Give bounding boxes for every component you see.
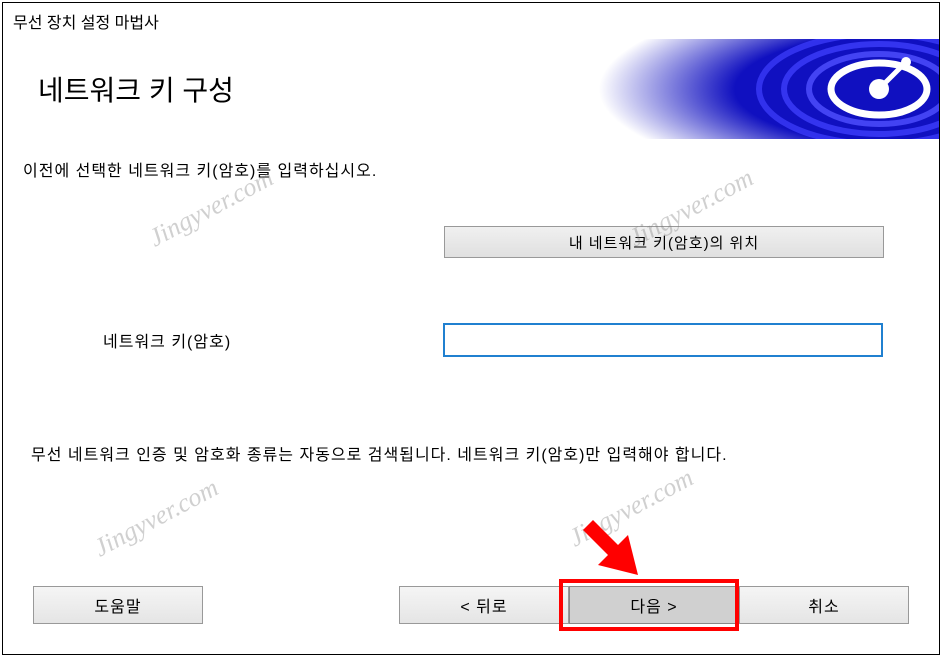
location-button-row: 내 네트워크 키(암호)의 위치 — [23, 226, 919, 258]
wireless-icon — [599, 39, 939, 139]
key-location-button[interactable]: 내 네트워크 키(암호)의 위치 — [444, 226, 884, 258]
info-text: 무선 네트워크 인증 및 암호화 종류는 자동으로 검색됩니다. 네트워크 키(… — [23, 442, 919, 469]
help-button[interactable]: 도움말 — [33, 586, 203, 624]
input-row: 네트워크 키(암호) — [23, 323, 919, 357]
next-button[interactable]: 다음 > — [569, 586, 739, 624]
wizard-dialog: 무선 장치 설정 마법사 네트워크 키 구성 — [2, 2, 940, 655]
page-title: 네트워크 키 구성 — [3, 69, 234, 109]
back-button[interactable]: < 뒤로 — [399, 586, 569, 624]
instruction-text: 이전에 선택한 네트워크 키(암호)를 입력하십시오. — [23, 157, 919, 181]
footer: 도움말 < 뒤로 다음 > 취소 — [3, 566, 939, 654]
cancel-button[interactable]: 취소 — [739, 586, 909, 624]
network-key-label: 네트워크 키(암호) — [23, 328, 443, 352]
network-key-input[interactable] — [443, 323, 883, 357]
window-title: 무선 장치 설정 마법사 — [3, 3, 939, 39]
content-area: 이전에 선택한 네트워크 키(암호)를 입력하십시오. 내 네트워크 키(암호)… — [3, 139, 939, 566]
header: 네트워크 키 구성 — [3, 39, 939, 139]
